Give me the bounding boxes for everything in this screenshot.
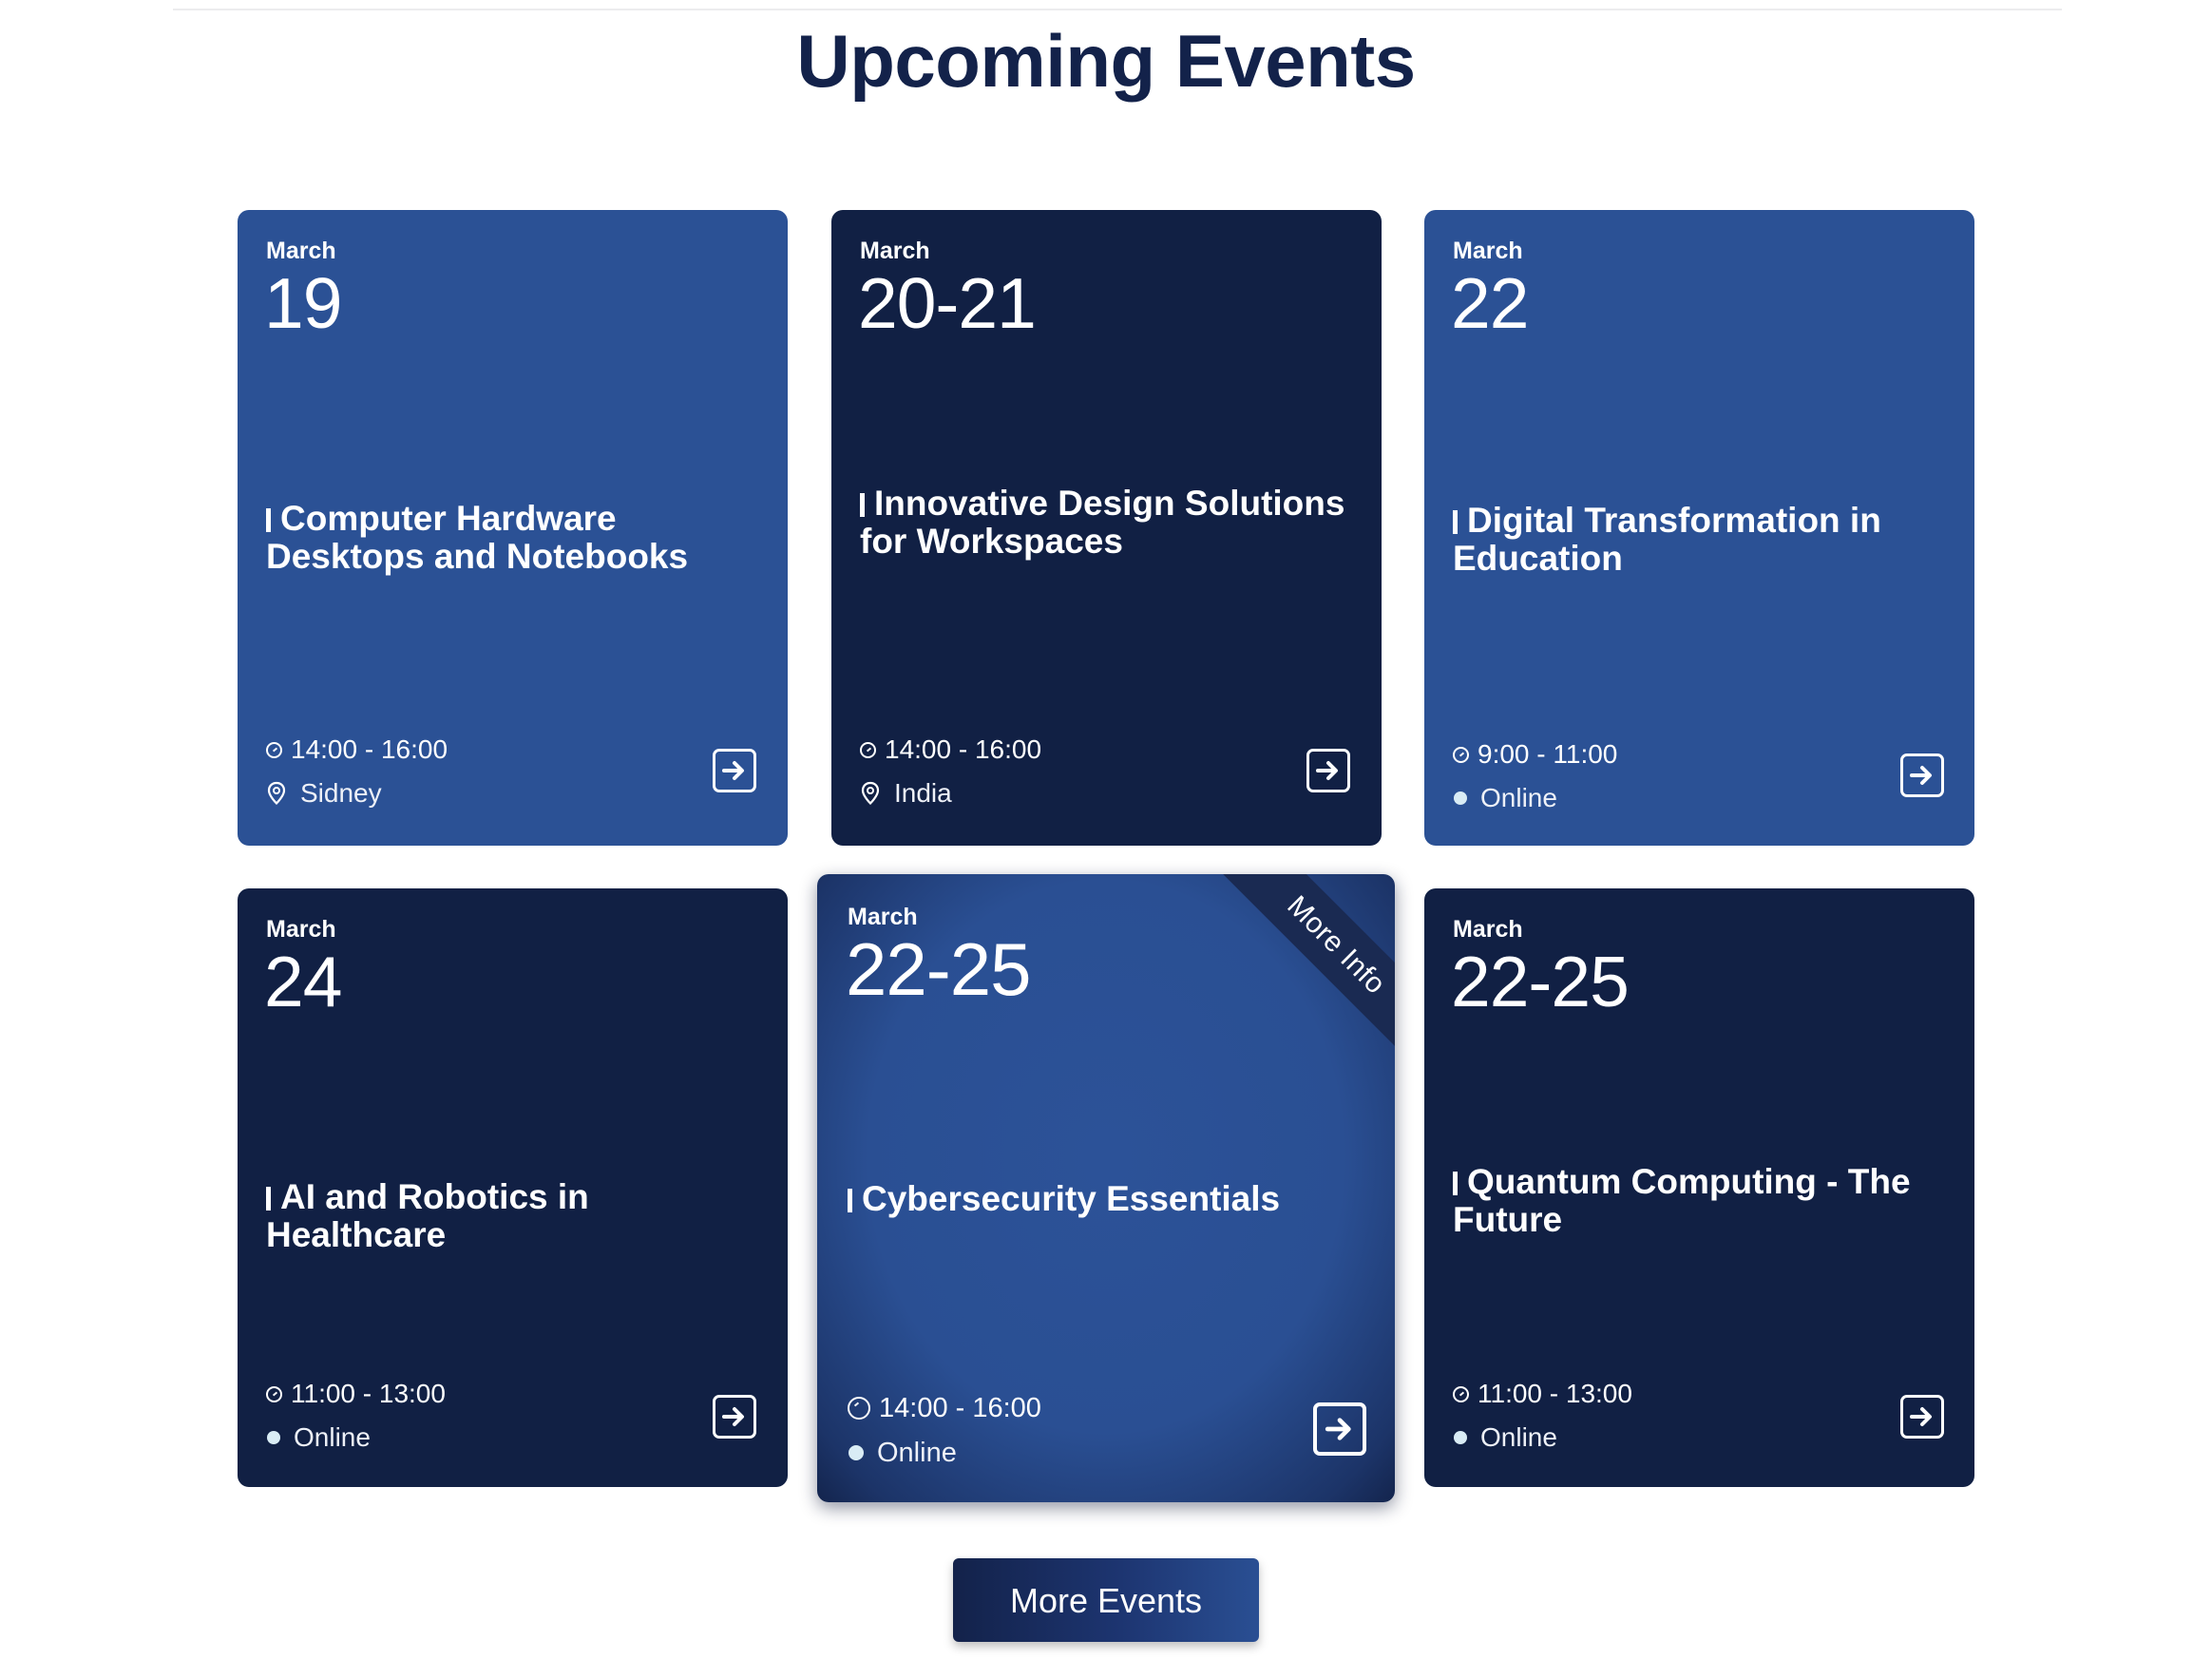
more-info-ribbon[interactable]: More Info — [1205, 874, 1395, 1064]
clock-icon — [1453, 746, 1469, 763]
event-title-text: Cybersecurity Essentials — [862, 1179, 1281, 1218]
more-events-button[interactable]: More Events — [953, 1558, 1259, 1642]
event-location: Online — [848, 1437, 957, 1469]
event-day: 22-25 — [846, 927, 1031, 1011]
clock-icon — [266, 1385, 282, 1402]
event-time: 14:00 - 16:00 — [848, 1392, 1041, 1424]
map-pin-icon — [267, 781, 286, 806]
page-title: Upcoming Events — [796, 19, 1416, 103]
event-time-text: 14:00 - 16:00 — [885, 734, 1042, 764]
event-location-text: Online — [1480, 783, 1557, 812]
title-accent-bar — [860, 493, 865, 517]
event-day: 22-25 — [1451, 942, 1630, 1021]
event-location-text: Sidney — [300, 778, 382, 808]
online-dot-icon — [267, 1431, 280, 1444]
clock-icon — [1453, 1385, 1469, 1402]
event-time-text: 11:00 - 13:00 — [1478, 1379, 1632, 1408]
event-title: Cybersecurity Essentials — [848, 1180, 1361, 1218]
event-title: Digital Transformation in Education — [1453, 502, 1940, 578]
online-dot-icon — [1454, 791, 1467, 805]
clock-icon — [848, 1397, 870, 1420]
event-day: 24 — [264, 942, 342, 1021]
title-accent-bar — [266, 1187, 271, 1211]
title-accent-bar — [848, 1189, 852, 1212]
event-day: 22 — [1451, 263, 1529, 343]
title-accent-bar — [266, 508, 271, 532]
event-card[interactable]: March 22 Digital Transformation in Educa… — [1424, 210, 1974, 846]
event-location: India — [860, 777, 952, 810]
online-dot-icon — [1454, 1431, 1467, 1444]
event-card-featured[interactable]: March 22-25 Cybersecurity Essentials 14:… — [817, 874, 1395, 1502]
arrow-right-icon — [1910, 766, 1932, 785]
event-time-text: 14:00 - 16:00 — [291, 734, 448, 764]
open-event-button[interactable] — [1313, 1402, 1366, 1456]
event-title-text: AI and Robotics in Healthcare — [266, 1177, 589, 1254]
event-time: 11:00 - 13:00 — [1453, 1378, 1632, 1410]
event-time-text: 14:00 - 16:00 — [879, 1393, 1041, 1423]
event-time: 11:00 - 13:00 — [266, 1378, 446, 1410]
more-info-ribbon-label: More Info — [1214, 874, 1395, 1064]
arrow-right-icon — [1910, 1407, 1932, 1426]
event-card[interactable]: March 22-25 Quantum Computing - The Futu… — [1424, 888, 1974, 1487]
event-title: Computer Hardware Desktops and Notebooks — [266, 500, 753, 576]
event-card[interactable]: March 24 AI and Robotics in Healthcare 1… — [238, 888, 788, 1487]
event-location-text: Online — [294, 1422, 371, 1452]
clock-icon — [266, 741, 282, 758]
arrow-right-icon — [1325, 1418, 1351, 1440]
map-pin-icon — [861, 781, 880, 806]
event-location: Online — [266, 1421, 371, 1454]
event-location-text: Online — [1480, 1422, 1557, 1452]
event-title: Quantum Computing - The Future — [1453, 1163, 1940, 1239]
event-title-text: Digital Transformation in Education — [1453, 501, 1881, 578]
event-time: 14:00 - 16:00 — [860, 734, 1041, 766]
arrow-right-icon — [1316, 761, 1338, 780]
event-month: March — [266, 916, 336, 943]
event-title-text: Innovative Design Solutions for Workspac… — [860, 484, 1345, 561]
event-title: AI and Robotics in Healthcare — [266, 1178, 753, 1254]
open-event-button[interactable] — [713, 749, 756, 792]
event-month: March — [266, 238, 336, 264]
event-month: March — [860, 238, 930, 264]
event-location: Sidney — [266, 777, 382, 810]
event-time-text: 9:00 - 11:00 — [1478, 739, 1618, 769]
event-location-text: Online — [877, 1438, 957, 1468]
event-month: March — [1453, 238, 1523, 264]
event-title: Innovative Design Solutions for Workspac… — [860, 485, 1347, 561]
event-location-text: India — [894, 778, 952, 808]
upcoming-events-page: Upcoming Events March 19 Computer Hardwa… — [0, 0, 2212, 1659]
arrow-right-icon — [722, 1407, 744, 1426]
title-accent-bar — [1453, 1172, 1458, 1195]
title-accent-bar — [1453, 510, 1458, 534]
event-title-text: Quantum Computing - The Future — [1453, 1162, 1911, 1239]
event-month: March — [1453, 916, 1523, 943]
event-card[interactable]: March 20-21 Innovative Design Solutions … — [831, 210, 1382, 846]
arrow-right-icon — [722, 761, 744, 780]
event-time: 14:00 - 16:00 — [266, 734, 448, 766]
open-event-button[interactable] — [713, 1395, 756, 1439]
event-day: 19 — [264, 263, 342, 343]
open-event-button[interactable] — [1900, 753, 1944, 797]
online-dot-icon — [849, 1445, 864, 1460]
event-day: 20-21 — [858, 263, 1037, 343]
event-location: Online — [1453, 1421, 1557, 1454]
open-event-button[interactable] — [1306, 749, 1350, 792]
event-time: 9:00 - 11:00 — [1453, 738, 1617, 771]
open-event-button[interactable] — [1900, 1395, 1944, 1439]
event-title-text: Computer Hardware Desktops and Notebooks — [266, 499, 689, 576]
event-card[interactable]: March 19 Computer Hardware Desktops and … — [238, 210, 788, 846]
event-location: Online — [1453, 782, 1557, 814]
event-time-text: 11:00 - 13:00 — [291, 1379, 446, 1408]
top-divider — [173, 9, 2062, 10]
clock-icon — [860, 741, 876, 758]
